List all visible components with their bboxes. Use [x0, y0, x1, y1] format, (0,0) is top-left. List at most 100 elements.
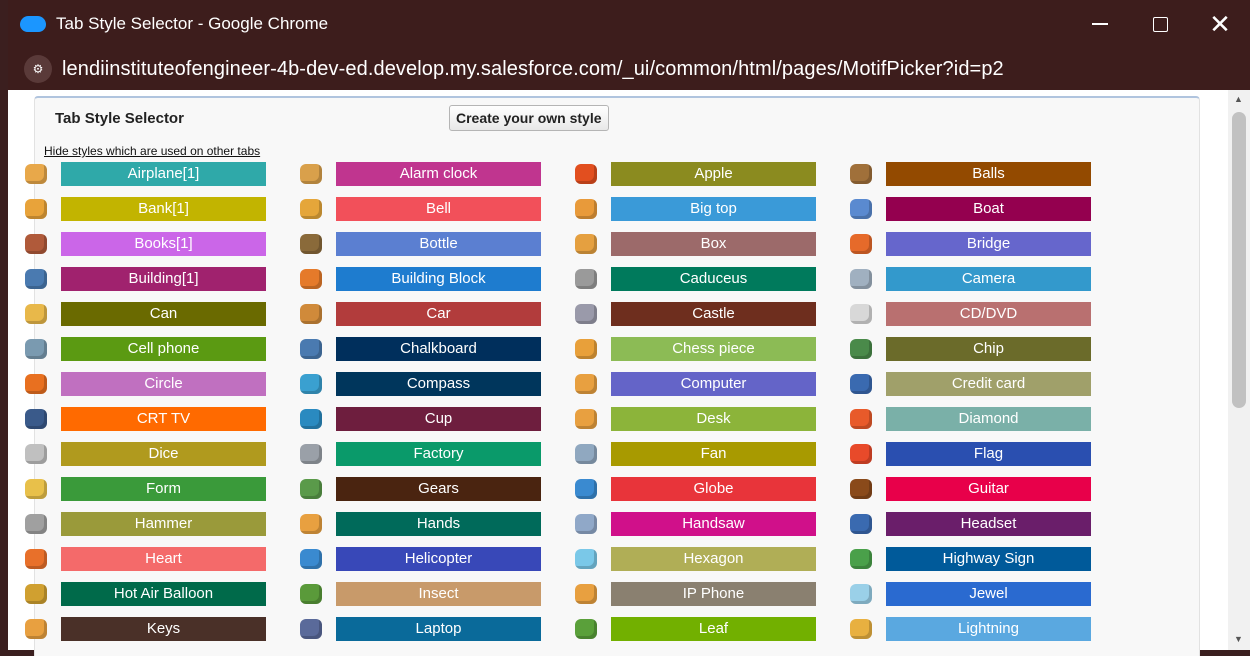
- style-option[interactable]: Apple: [575, 162, 850, 186]
- style-option[interactable]: Highway Sign: [850, 547, 1125, 571]
- style-label[interactable]: Big top: [611, 197, 816, 221]
- style-option[interactable]: Building Block: [300, 267, 575, 291]
- style-icon[interactable]: [575, 514, 597, 534]
- style-icon[interactable]: [25, 339, 47, 359]
- style-option[interactable]: Cell phone: [25, 337, 300, 361]
- style-label[interactable]: Chalkboard: [336, 337, 541, 361]
- style-label[interactable]: Flag: [886, 442, 1091, 466]
- style-icon[interactable]: [850, 479, 872, 499]
- style-option[interactable]: Big top: [575, 197, 850, 221]
- style-icon[interactable]: [850, 514, 872, 534]
- style-option[interactable]: Cup: [300, 407, 575, 431]
- style-label[interactable]: Computer: [611, 372, 816, 396]
- style-icon[interactable]: [575, 269, 597, 289]
- style-icon[interactable]: [575, 444, 597, 464]
- style-option[interactable]: Box: [575, 232, 850, 256]
- style-label[interactable]: Heart: [61, 547, 266, 571]
- style-option[interactable]: Headset: [850, 512, 1125, 536]
- style-label[interactable]: Balls: [886, 162, 1091, 186]
- style-label[interactable]: Bottle: [336, 232, 541, 256]
- style-icon[interactable]: [850, 164, 872, 184]
- style-icon[interactable]: [575, 304, 597, 324]
- style-icon[interactable]: [575, 164, 597, 184]
- style-icon[interactable]: [300, 514, 322, 534]
- style-label[interactable]: Can: [61, 302, 266, 326]
- style-option[interactable]: Helicopter: [300, 547, 575, 571]
- style-label[interactable]: Lightning: [886, 617, 1091, 641]
- style-option[interactable]: Caduceus: [575, 267, 850, 291]
- style-option[interactable]: Globe: [575, 477, 850, 501]
- style-icon[interactable]: [300, 374, 322, 394]
- style-label[interactable]: Headset: [886, 512, 1091, 536]
- style-option[interactable]: Desk: [575, 407, 850, 431]
- style-label[interactable]: Insect: [336, 582, 541, 606]
- style-icon[interactable]: [25, 304, 47, 324]
- style-option[interactable]: Bank[1]: [25, 197, 300, 221]
- style-label[interactable]: Castle: [611, 302, 816, 326]
- style-label[interactable]: Cup: [336, 407, 541, 431]
- style-option[interactable]: Bell: [300, 197, 575, 221]
- close-button[interactable]: ✕: [1190, 0, 1250, 48]
- style-option[interactable]: Jewel: [850, 582, 1125, 606]
- style-label[interactable]: Airplane[1]: [61, 162, 266, 186]
- style-icon[interactable]: [575, 374, 597, 394]
- style-option[interactable]: Keys: [25, 617, 300, 641]
- style-label[interactable]: Building[1]: [61, 267, 266, 291]
- style-icon[interactable]: [300, 584, 322, 604]
- style-option[interactable]: Chalkboard: [300, 337, 575, 361]
- maximize-button[interactable]: [1130, 0, 1190, 48]
- style-option[interactable]: Balls: [850, 162, 1125, 186]
- style-option[interactable]: Building[1]: [25, 267, 300, 291]
- style-option[interactable]: Dice: [25, 442, 300, 466]
- style-label[interactable]: Car: [336, 302, 541, 326]
- style-icon[interactable]: [25, 409, 47, 429]
- style-option[interactable]: CRT TV: [25, 407, 300, 431]
- style-label[interactable]: Alarm clock: [336, 162, 541, 186]
- style-option[interactable]: Fan: [575, 442, 850, 466]
- style-option[interactable]: Diamond: [850, 407, 1125, 431]
- style-label[interactable]: Building Block: [336, 267, 541, 291]
- style-option[interactable]: Car: [300, 302, 575, 326]
- style-option[interactable]: Lightning: [850, 617, 1125, 641]
- style-icon[interactable]: [300, 339, 322, 359]
- style-option[interactable]: Hands: [300, 512, 575, 536]
- style-label[interactable]: Camera: [886, 267, 1091, 291]
- style-icon[interactable]: [25, 444, 47, 464]
- style-icon[interactable]: [850, 304, 872, 324]
- style-label[interactable]: CD/DVD: [886, 302, 1091, 326]
- style-label[interactable]: Guitar: [886, 477, 1091, 501]
- style-icon[interactable]: [575, 234, 597, 254]
- style-icon[interactable]: [25, 164, 47, 184]
- style-option[interactable]: Flag: [850, 442, 1125, 466]
- style-icon[interactable]: [25, 199, 47, 219]
- style-icon[interactable]: [850, 269, 872, 289]
- style-icon[interactable]: [850, 549, 872, 569]
- style-label[interactable]: Gears: [336, 477, 541, 501]
- style-label[interactable]: Bridge: [886, 232, 1091, 256]
- style-icon[interactable]: [575, 584, 597, 604]
- style-option[interactable]: Alarm clock: [300, 162, 575, 186]
- style-option[interactable]: Hammer: [25, 512, 300, 536]
- style-option[interactable]: Computer: [575, 372, 850, 396]
- style-label[interactable]: Circle: [61, 372, 266, 396]
- style-icon[interactable]: [575, 619, 597, 639]
- style-option[interactable]: Bridge: [850, 232, 1125, 256]
- style-option[interactable]: Chip: [850, 337, 1125, 361]
- style-label[interactable]: Laptop: [336, 617, 541, 641]
- style-option[interactable]: Can: [25, 302, 300, 326]
- style-label[interactable]: Chip: [886, 337, 1091, 361]
- style-icon[interactable]: [850, 444, 872, 464]
- style-icon[interactable]: [25, 374, 47, 394]
- style-option[interactable]: Castle: [575, 302, 850, 326]
- style-label[interactable]: Credit card: [886, 372, 1091, 396]
- style-icon[interactable]: [25, 269, 47, 289]
- style-option[interactable]: Factory: [300, 442, 575, 466]
- site-settings-icon[interactable]: ⚙: [24, 55, 52, 83]
- style-icon[interactable]: [850, 584, 872, 604]
- scrollbar[interactable]: ▲ ▼: [1228, 90, 1250, 650]
- style-option[interactable]: Handsaw: [575, 512, 850, 536]
- style-icon[interactable]: [300, 199, 322, 219]
- style-icon[interactable]: [300, 479, 322, 499]
- style-option[interactable]: Gears: [300, 477, 575, 501]
- style-label[interactable]: Helicopter: [336, 547, 541, 571]
